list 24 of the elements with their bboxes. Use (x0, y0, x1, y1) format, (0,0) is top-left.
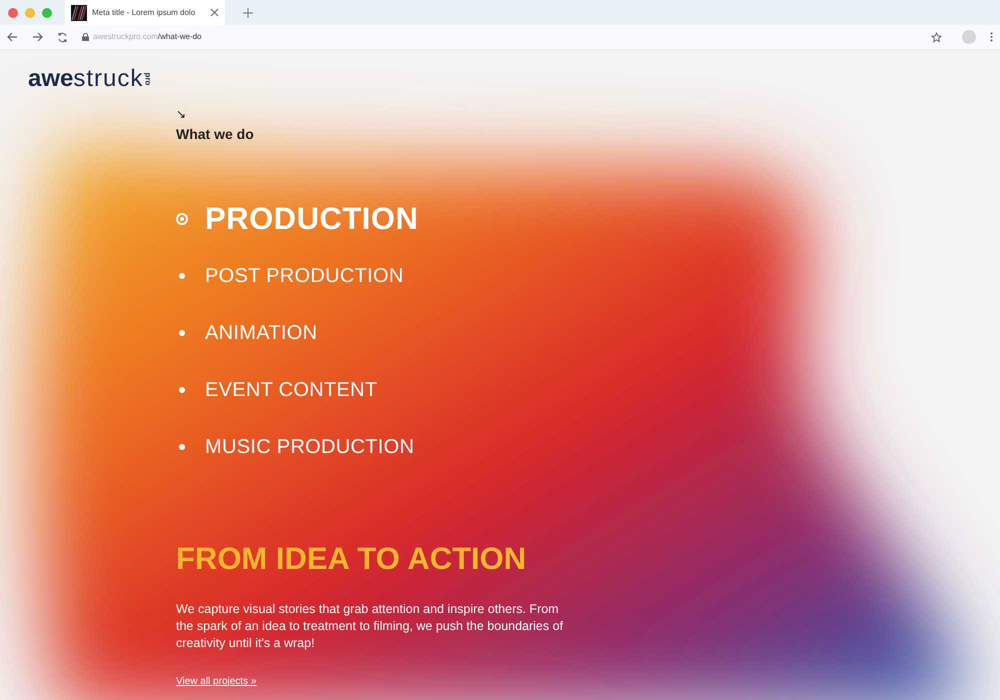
arrow-icon: ↘ (176, 108, 186, 120)
service-link[interactable]: EVENT CONTENT (205, 375, 378, 405)
service-link[interactable]: PRODUCTION (205, 196, 418, 242)
url-field[interactable]: awestruckpro.com/what-we-do (82, 31, 917, 43)
browser-tab[interactable]: Meta title - Lorem ipsum dolo (65, 0, 225, 25)
logo[interactable]: awestruck pro (28, 64, 1000, 94)
tab-title: Meta title - Lorem ipsum dolo (92, 6, 196, 18)
service-link[interactable]: MUSIC PRODUCTION (205, 432, 414, 462)
site-favicon-icon (71, 4, 87, 20)
service-link[interactable]: POST PRODUCTION (205, 261, 404, 291)
reload-icon[interactable] (57, 32, 68, 42)
view-all-projects-link[interactable]: View all projects » (176, 674, 256, 688)
service-link[interactable]: ANIMATION (205, 318, 318, 348)
section-label: What we do (176, 125, 254, 144)
menu-icon[interactable] (990, 32, 993, 42)
back-icon[interactable] (7, 32, 18, 42)
headline: FROM IDEA TO ACTION (176, 540, 526, 578)
close-icon[interactable] (210, 8, 219, 17)
lock-icon (82, 33, 89, 41)
new-tab-icon[interactable] (243, 8, 253, 18)
body-text: We capture visual stories that grab attention and inspire others. From the spark of an idea to treatment to filming, we push the boundaries of creativity until it's a wrap! (176, 600, 564, 652)
close-window-button[interactable] (8, 8, 18, 18)
forward-icon[interactable] (32, 32, 43, 42)
star-icon[interactable] (931, 32, 942, 42)
